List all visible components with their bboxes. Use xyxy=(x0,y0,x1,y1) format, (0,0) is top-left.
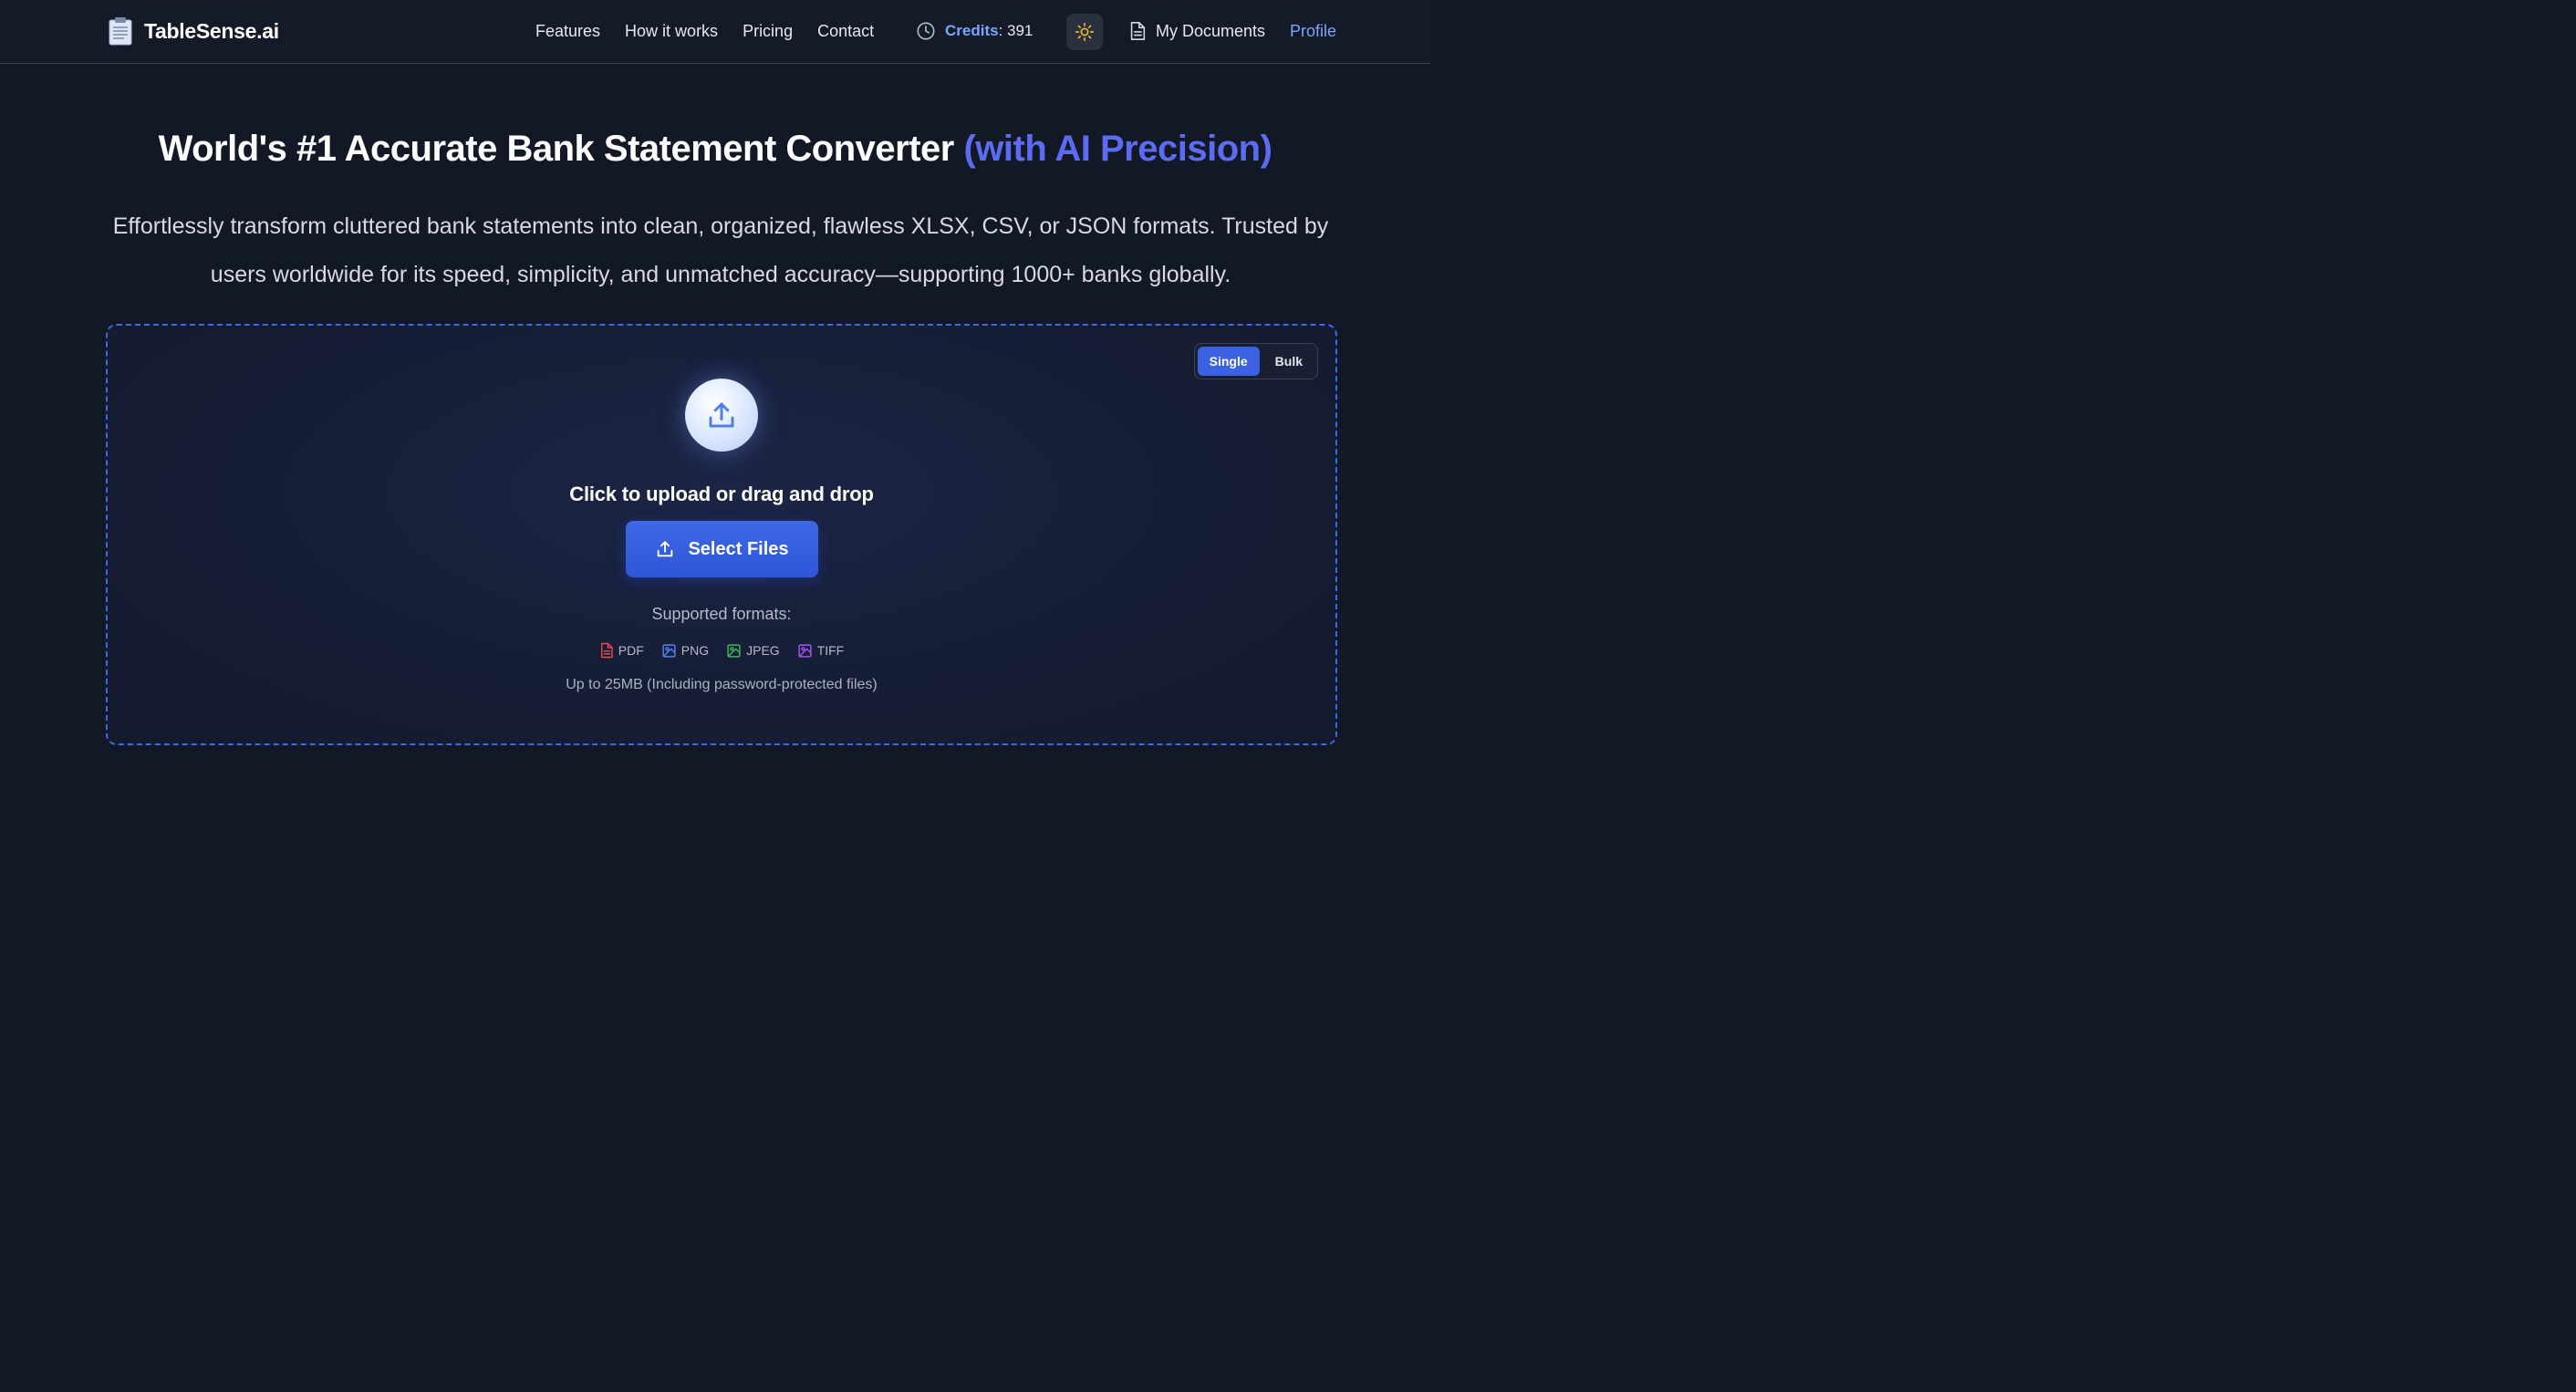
format-label: PNG xyxy=(680,643,710,658)
clipboard-logo-icon xyxy=(109,17,132,46)
upload-icon xyxy=(709,402,734,428)
brand-name: TableSense.ai xyxy=(144,18,279,43)
my-documents-label: My Documents xyxy=(1156,21,1266,40)
page-title-accent: (with AI Precision) xyxy=(963,129,1272,169)
image-icon xyxy=(798,643,812,658)
clock-icon xyxy=(917,22,935,40)
theme-toggle-button[interactable] xyxy=(1066,14,1103,50)
format-pdf: PDF xyxy=(599,642,644,659)
profile-link[interactable]: Profile xyxy=(1290,22,1336,41)
select-files-label: Select Files xyxy=(688,538,789,559)
credits-value: : 391 xyxy=(998,22,1034,39)
nav-link-contact[interactable]: Contact xyxy=(817,22,874,41)
credits-label: Credits xyxy=(945,22,999,39)
format-label: PDF xyxy=(618,643,644,658)
sun-icon xyxy=(1075,23,1094,41)
upload-dropzone[interactable]: Single Bulk Click to upload or drag and … xyxy=(106,324,1337,745)
page-title-main: World's #1 Accurate Bank Statement Conve… xyxy=(158,129,964,169)
file-size-limit-note: Up to 25MB (Including password-protected… xyxy=(566,677,878,692)
page-title: World's #1 Accurate Bank Statement Conve… xyxy=(0,129,1430,170)
format-tiff: TIFF xyxy=(797,642,845,659)
image-icon xyxy=(662,643,676,658)
supported-formats-list: PDF PNG JPEG TIFF xyxy=(108,642,1335,659)
nav-link-pricing[interactable]: Pricing xyxy=(743,22,793,41)
credits-indicator: Credits: 391 xyxy=(916,21,1033,41)
upload-circle[interactable] xyxy=(685,379,758,452)
upload-mode-toggle: Single Bulk xyxy=(1193,343,1318,379)
supported-formats-title: Supported formats: xyxy=(651,605,792,623)
image-icon xyxy=(727,643,741,658)
format-label: TIFF xyxy=(816,643,845,658)
mode-bulk-button[interactable]: Bulk xyxy=(1263,347,1314,376)
nav-link-features[interactable]: Features xyxy=(535,22,600,41)
hero-description: Effortlessly transform cluttered bank st… xyxy=(112,213,1329,287)
upload-icon xyxy=(658,541,673,557)
mode-single-button[interactable]: Single xyxy=(1197,347,1260,376)
select-files-button[interactable]: Select Files xyxy=(626,521,818,577)
nav-links: Features How it works Pricing Contact xyxy=(535,22,874,41)
nav-link-how-it-works[interactable]: How it works xyxy=(625,22,718,41)
file-icon xyxy=(600,642,613,659)
upload-heading: Click to upload or drag and drop xyxy=(569,483,874,505)
my-documents-link[interactable]: My Documents xyxy=(1128,21,1265,41)
format-label: JPEG xyxy=(746,643,780,658)
top-navbar: TableSense.ai Features How it works Pric… xyxy=(0,0,1430,64)
format-jpeg: JPEG xyxy=(726,642,780,659)
format-png: PNG xyxy=(661,642,709,659)
brand[interactable]: TableSense.ai xyxy=(108,16,279,46)
document-icon xyxy=(1130,22,1146,40)
